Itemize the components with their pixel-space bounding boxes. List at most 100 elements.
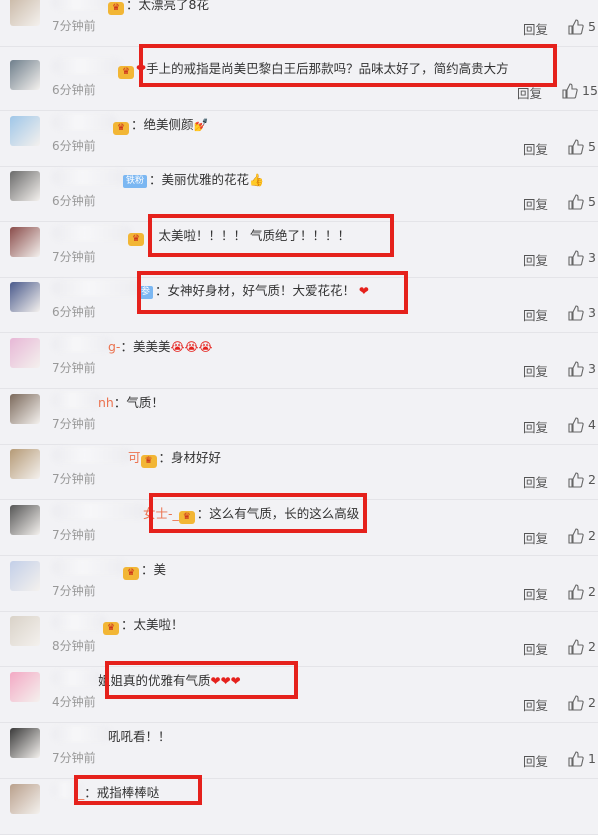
thumbs-up-icon[interactable] — [568, 139, 584, 155]
list-item: ♛ ：太美啦！！！！ 气质绝了！！！！ 7分钟前 回复 3 — [0, 223, 598, 278]
comment-text-line: ♛ ❤手上的戒指是尚美巴黎白王后那款吗？品味太好了，简约高贵大方 — [118, 60, 509, 79]
reply-button[interactable]: 回复 — [523, 417, 548, 436]
thumbs-up-icon[interactable] — [568, 472, 584, 488]
thumbs-up-icon[interactable] — [568, 584, 584, 600]
username-redacted — [52, 336, 112, 352]
fan-badge-icon: ♛ — [103, 622, 119, 635]
avatar[interactable] — [10, 784, 40, 814]
comment-text: ：气质！ — [113, 395, 164, 410]
username-fragment[interactable]: nh — [98, 395, 114, 410]
comment-text: ：太美啦！ — [121, 617, 184, 632]
reply-button[interactable]: 回复 — [523, 194, 548, 213]
thumbs-up-icon[interactable] — [568, 695, 584, 711]
heart-icon: ❤ — [136, 62, 147, 76]
reply-button[interactable]: 回复 — [523, 472, 548, 491]
reply-button[interactable]: 回复 — [523, 361, 548, 380]
reply-button[interactable]: 回复 — [523, 528, 548, 547]
reply-button[interactable]: 回复 — [523, 19, 548, 38]
comment-text-line: _：戒指棒棒哒 — [78, 784, 159, 802]
like-count: 5 — [588, 139, 596, 154]
thumbs-up-icon[interactable] — [568, 417, 584, 433]
avatar[interactable] — [10, 616, 40, 646]
username-redacted — [52, 670, 102, 686]
comment-text-line: g-：美美美😭😭😭 — [108, 338, 213, 356]
avatar[interactable] — [10, 505, 40, 535]
avatar[interactable] — [10, 116, 40, 146]
comment-text-line: 吼吼看！！ — [108, 728, 171, 746]
reply-button[interactable]: 回复 — [523, 639, 548, 658]
avatar[interactable] — [10, 338, 40, 368]
reply-button[interactable]: 回复 — [523, 751, 548, 770]
reply-button[interactable]: 回复 — [517, 83, 542, 102]
list-item: 吼吼看！！ 7分钟前 回复 1 — [0, 724, 598, 779]
username-fragment[interactable]: 铁粉 — [123, 175, 148, 188]
username-redacted — [52, 280, 142, 296]
avatar[interactable] — [10, 171, 40, 201]
emoji-icon: 👍 — [249, 173, 264, 187]
comment-timestamp: 6分钟前 — [52, 194, 96, 208]
reply-button[interactable]: 回复 — [523, 584, 548, 603]
reply-button[interactable]: 回复 — [523, 695, 548, 714]
thumbs-up-icon[interactable] — [568, 361, 584, 377]
avatar[interactable] — [10, 227, 40, 257]
username-fragment[interactable]: g- — [108, 339, 120, 354]
comment-text: ：美丽优雅的花花 — [149, 172, 250, 187]
username-redacted — [52, 559, 127, 575]
reply-button[interactable]: 回复 — [523, 305, 548, 324]
comment-text: 手上的戒指是尚美巴黎白王后那款吗？品味太好了，简约高贵大方 — [146, 61, 509, 76]
username-fragment[interactable]: 可 — [128, 450, 141, 465]
list-item: ♛ ：太漂亮了8花 7分钟前 回复 5 — [0, 0, 598, 47]
username-fragment[interactable]: 女士-_ — [143, 506, 179, 521]
comment-text: ：美美美 — [120, 339, 171, 354]
list-item: 参：女神好身材，好气质！大爱花花！ ❤ 6分钟前 回复 3 — [0, 278, 598, 333]
avatar[interactable] — [10, 60, 40, 90]
thumbs-up-icon[interactable] — [568, 528, 584, 544]
like-count: 15 — [582, 83, 598, 98]
thumbs-up-icon[interactable] — [568, 751, 584, 767]
thumbs-up-icon[interactable] — [568, 194, 584, 210]
avatar[interactable] — [10, 728, 40, 758]
comment-timestamp: 7分钟前 — [52, 361, 96, 375]
avatar[interactable] — [10, 672, 40, 702]
like-count: 3 — [588, 250, 596, 265]
list-item: 可 ♛ ：身材好好 7分钟前 回复 2 — [0, 445, 598, 500]
list-item: ♛ ：美 7分钟前 回复 2 — [0, 557, 598, 612]
reply-button[interactable]: 回复 — [523, 139, 548, 158]
comment-text: ：太漂亮了8花 — [126, 0, 209, 12]
avatar[interactable] — [10, 0, 40, 26]
reply-button[interactable]: 回复 — [523, 250, 548, 269]
thumbs-up-icon[interactable] — [568, 305, 584, 321]
list-item: 姐姐真的优雅有气质❤❤❤ 4分钟前 回复 2 — [0, 668, 598, 723]
thumbs-up-icon[interactable] — [562, 83, 578, 99]
comment-text: 姐姐真的优雅有气质 — [98, 673, 211, 688]
comment-text: ：戒指棒棒哒 — [84, 785, 160, 800]
fan-badge-icon: ♛ — [140, 455, 157, 468]
list-item: _：戒指棒棒哒 — [0, 780, 598, 835]
thumbs-up-icon[interactable] — [568, 19, 584, 35]
comment-timestamp: 8分钟前 — [52, 639, 96, 653]
thumbs-up-icon[interactable] — [568, 250, 584, 266]
username-redacted — [52, 114, 117, 130]
comment-text-line: 参：女神好身材，好气质！大爱花花！ ❤ — [138, 282, 369, 300]
avatar[interactable] — [10, 394, 40, 424]
avatar[interactable] — [10, 449, 40, 479]
comment-text-line: ♛ ：太美啦！！！！ 气质绝了！！！！ — [128, 227, 350, 246]
fan-badge-icon: ♛ — [128, 233, 144, 246]
avatar[interactable] — [10, 561, 40, 591]
username-redacted — [52, 225, 132, 241]
comment-timestamp: 6分钟前 — [52, 139, 96, 153]
fan-badge-icon: ♛ — [118, 66, 134, 79]
like-count: 2 — [588, 472, 596, 487]
comment-text: ：女神好身材，好气质！大爱花花！ — [155, 283, 356, 298]
comment-text-line: nh：气质！ — [98, 394, 164, 412]
comment-timestamp: 7分钟前 — [52, 250, 96, 264]
avatar[interactable] — [10, 282, 40, 312]
list-item: 女士-_ ♛ ：这么有气质，长的这么高级 7分钟前 回复 2 — [0, 501, 598, 556]
comment-timestamp: 4分钟前 — [52, 695, 96, 709]
emoji-icon: 💅 — [193, 118, 209, 132]
comment-text: ：身材好好 — [158, 450, 222, 465]
thumbs-up-icon[interactable] — [568, 639, 584, 655]
username-fragment[interactable]: 参 — [138, 286, 154, 299]
comment-timestamp: 7分钟前 — [52, 19, 96, 33]
list-item: 铁粉 ：美丽优雅的花花👍 6分钟前 回复 5 — [0, 167, 598, 222]
